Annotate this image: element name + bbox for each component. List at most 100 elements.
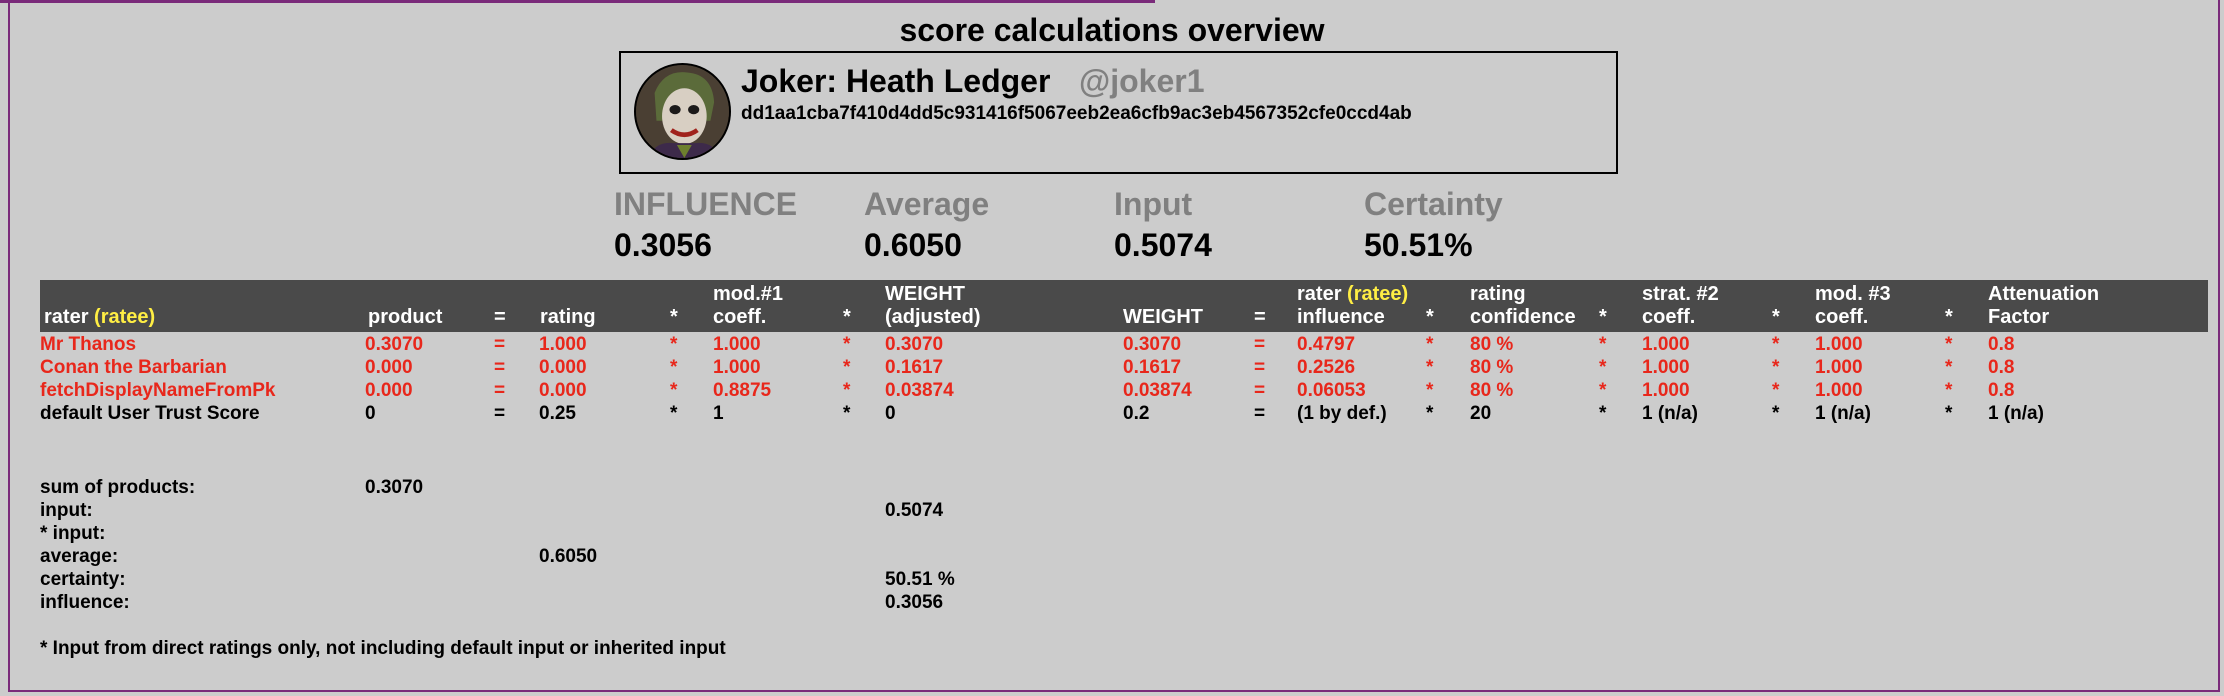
stat-input-label: Input [1114, 186, 1193, 222]
stat-input: Input 0.5074 [1114, 186, 1212, 264]
cell-star: * [1599, 334, 1607, 355]
col-star-3: * [1426, 306, 1434, 328]
cell-rater[interactable]: Mr Thanos [40, 333, 136, 356]
profile-handle[interactable]: @joker1 [1079, 63, 1204, 100]
cell-weight-adjusted: 0.03874 [885, 380, 954, 401]
cell-confidence: 80 % [1470, 357, 1514, 378]
cell-strat2: 1.000 [1642, 357, 1690, 378]
cell-star: * [843, 357, 851, 378]
cell-mod3: 1.000 [1815, 334, 1863, 355]
table-header: rater (ratee) product = rating * mod.#1 c… [40, 280, 2208, 332]
cell-rater[interactable]: Conan the Barbarian [40, 356, 227, 379]
profile-name: Joker: Heath Ledger [741, 63, 1051, 99]
cell-attenuation: 0.8 [1988, 357, 2015, 378]
sum-value: 0.3070 [365, 477, 424, 498]
stat-influence-label: INFLUENCE [614, 186, 798, 222]
input-value: 0.5074 [885, 500, 944, 521]
col-attenuation: Attenuation Factor [1988, 283, 2100, 328]
col-rating: rating [540, 306, 596, 328]
cell-mod1: 1 [713, 403, 724, 424]
cell-confidence: 20 [1470, 403, 1492, 424]
cell-weight: 0.3070 [1123, 334, 1182, 355]
cell-strat2: 1 (n/a) [1642, 403, 1698, 424]
cell-star: * [1772, 380, 1780, 401]
col-star-4: * [1599, 306, 1607, 328]
col-confidence: rating confidence [1470, 283, 1576, 328]
col-product: product [368, 306, 443, 328]
cell-star: * [1426, 357, 1434, 378]
stat-certainty-value: 50.51% [1364, 227, 1473, 263]
cell-rater-influence: 0.4797 [1297, 334, 1356, 355]
col-rater-influence: rater (ratee) influence [1297, 283, 1409, 328]
cell-rater-influence: (1 by def.) [1297, 403, 1387, 424]
stat-influence-value: 0.3056 [614, 227, 712, 263]
stat-influence: INFLUENCE 0.3056 [614, 186, 797, 264]
avatar [634, 63, 731, 160]
cell-star: * [1772, 403, 1780, 424]
cell-rating: 0.000 [539, 357, 587, 378]
cell-star: * [1599, 403, 1607, 424]
col-weight: WEIGHT [1123, 306, 1203, 328]
cell-star: * [1945, 403, 1953, 424]
col-rater: rater (ratee) [44, 306, 156, 328]
col-star-5: * [1772, 306, 1780, 328]
stat-average-label: Average [864, 186, 990, 222]
page-title: score calculations overview [899, 12, 1325, 48]
cell-equals: = [1254, 334, 1266, 355]
top-progress-bar [0, 0, 1155, 3]
cell-star: * [1945, 334, 1953, 355]
cell-rater[interactable]: fetchDisplayNameFromPk [40, 379, 275, 402]
cell-weight: 0.2 [1123, 403, 1150, 424]
cell-equals: = [494, 334, 506, 355]
stat-certainty: Certainty 50.51% [1364, 186, 1503, 264]
cell-mod1: 0.8875 [713, 380, 772, 401]
cell-weight-adjusted: 0 [885, 403, 896, 424]
cell-mod1: 1.000 [713, 357, 761, 378]
stat-certainty-label: Certainty [1364, 186, 1503, 222]
col-star-6: * [1945, 306, 1953, 328]
profile-card: Joker: Heath Ledger @joker1 dd1aa1cba7f4… [619, 51, 1618, 174]
cell-mod3: 1 (n/a) [1815, 403, 1871, 424]
cell-star: * [1426, 380, 1434, 401]
stat-input-value: 0.5074 [1114, 227, 1212, 263]
cell-star: * [1426, 403, 1434, 424]
cell-rating: 0.000 [539, 380, 587, 401]
cell-weight: 0.1617 [1123, 357, 1182, 378]
cell-star: * [670, 357, 678, 378]
profile-pubkey: dd1aa1cba7f410d4dd5c931416f5067eeb2ea6cf… [741, 103, 1412, 124]
average-label: average: [40, 546, 119, 567]
certainty-value: 50.51 % [885, 569, 955, 590]
stat-average-value: 0.6050 [864, 227, 962, 263]
cell-strat2: 1.000 [1642, 334, 1690, 355]
avatar-portrait-icon [636, 65, 729, 158]
cell-star: * [1772, 334, 1780, 355]
cell-product: 0 [365, 403, 376, 424]
cell-star: * [843, 380, 851, 401]
certainty-label: certainty: [40, 569, 126, 590]
cell-star: * [1772, 357, 1780, 378]
cell-strat2: 1.000 [1642, 380, 1690, 401]
cell-equals: = [494, 403, 506, 424]
col-star-1: * [670, 306, 678, 328]
cell-attenuation: 0.8 [1988, 380, 2015, 401]
cell-star: * [1599, 357, 1607, 378]
cell-rater-influence: 0.2526 [1297, 357, 1356, 378]
cell-star: * [1599, 380, 1607, 401]
cell-weight-adjusted: 0.1617 [885, 357, 944, 378]
cell-mod3: 1.000 [1815, 357, 1863, 378]
stat-average: Average 0.6050 [864, 186, 989, 264]
col-star-2: * [843, 306, 851, 328]
footnote: * Input from direct ratings only, not in… [40, 638, 726, 659]
cell-attenuation: 1 (n/a) [1988, 403, 2044, 424]
col-strat2: strat. #2 coeff. [1642, 283, 1719, 328]
col-equals-1: = [494, 306, 506, 328]
col-mod1: mod.#1 coeff. [713, 283, 784, 328]
cell-equals: = [1254, 403, 1266, 424]
col-weight-adjusted: WEIGHT (adjusted) [885, 283, 981, 328]
cell-star: * [670, 380, 678, 401]
cell-product: 0.000 [365, 357, 413, 378]
cell-weight: 0.03874 [1123, 380, 1192, 401]
cell-star: * [670, 403, 678, 424]
col-rater-ratee: (ratee) [94, 306, 156, 328]
cell-mod1: 1.000 [713, 334, 761, 355]
